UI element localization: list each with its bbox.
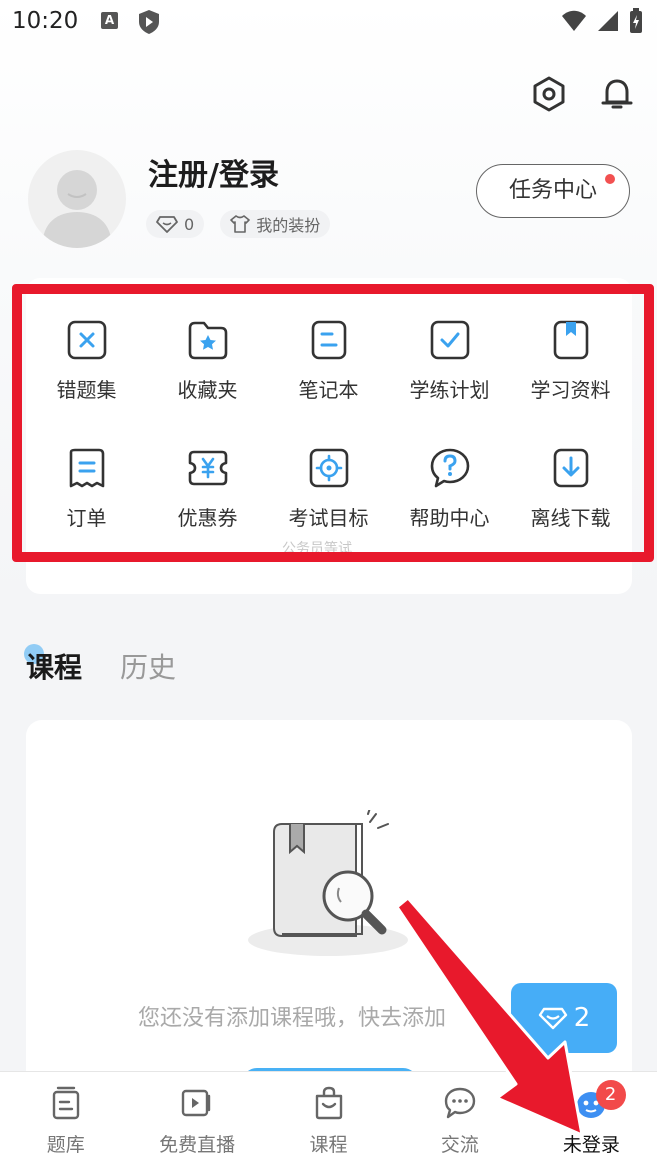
grid-item-exam-target[interactable]: 考试目标: [268, 432, 389, 546]
empty-book-magnifier-icon: [248, 810, 408, 956]
nav-item-course[interactable]: 课程: [263, 1072, 394, 1169]
tab-course[interactable]: 课程: [24, 644, 83, 686]
coupon-icon: [188, 450, 227, 486]
grid-item-label: 笔记本: [298, 378, 359, 402]
coin-badge[interactable]: 0: [146, 210, 205, 238]
diamond-icon: [538, 1007, 567, 1030]
grid-item-notebook[interactable]: 笔记本: [268, 304, 389, 418]
outfit-label: 我的装扮: [256, 216, 321, 235]
nav-label: 未登录: [562, 1134, 620, 1156]
live-video-icon: [181, 1089, 211, 1117]
help-center-icon: [430, 448, 469, 488]
grid-item-label: 订单: [66, 506, 107, 530]
nav-item-question-bank[interactable]: 题库: [0, 1072, 131, 1169]
nav-label: 课程: [309, 1134, 348, 1156]
grid-item-label: 帮助中心: [409, 506, 490, 530]
default-avatar-icon: [42, 170, 112, 248]
empty-course-message: 您还没有添加课程哦，快去添加: [138, 1006, 447, 1031]
grid-item-label: 收藏夹: [177, 378, 238, 402]
bottom-nav: 题库 免费直播 课程 交流 未登录 2: [0, 1071, 657, 1169]
settings-hex-icon[interactable]: [529, 74, 569, 114]
battery-icon: [630, 8, 642, 33]
grid-item-label: 考试目标: [288, 506, 369, 530]
task-center-button[interactable]: 任务中心: [476, 164, 630, 218]
task-center-label: 任务中心: [508, 178, 597, 203]
status-time: 10:20: [12, 8, 79, 34]
nav-label: 免费直播: [159, 1134, 236, 1156]
wrong-questions-icon: [67, 320, 106, 360]
floating-diamond-button[interactable]: 2: [511, 983, 617, 1067]
avatar[interactable]: [28, 150, 126, 248]
order-icon: [69, 448, 104, 488]
nav-badge: 2: [595, 1080, 626, 1110]
login-register-link[interactable]: 注册/登录: [148, 150, 279, 194]
outfit-button[interactable]: 我的装扮: [220, 210, 331, 238]
tab-course-label: 课程: [26, 651, 83, 684]
grid-item-label: 错题集: [56, 378, 117, 402]
floating-count: 2: [573, 1003, 591, 1033]
study-materials-icon: [553, 320, 588, 360]
notebook-icon: [311, 320, 346, 360]
course-bag-icon: [315, 1086, 342, 1120]
grid-item-label: 学练计划: [409, 378, 490, 402]
grid-item-study-materials[interactable]: 学习资料: [510, 304, 631, 418]
diamond-icon: [156, 216, 178, 233]
signal-icon: [598, 11, 618, 31]
grid-item-label: 学习资料: [530, 378, 611, 402]
course-history-tabs: 课程 历史: [24, 644, 176, 686]
nav-item-free-live[interactable]: 免费直播: [131, 1072, 262, 1169]
grid-item-coupon[interactable]: 优惠券: [147, 432, 268, 546]
nav-item-chat[interactable]: 交流: [394, 1072, 525, 1169]
bell-icon[interactable]: [597, 74, 637, 114]
grid-item-help-center[interactable]: 帮助中心: [389, 432, 510, 546]
favorites-folder-icon: [188, 321, 227, 360]
chat-bubble-icon: [444, 1087, 476, 1119]
grid-item-label: 离线下载: [530, 506, 611, 530]
ghost-text: 公务员等试: [282, 541, 352, 557]
features-grid: 错题集 收藏夹 笔记本 学练计划 学习资料 订单 优惠券 考试目标 帮助中心 离…: [26, 304, 632, 546]
shield-icon: [139, 10, 159, 34]
question-bank-icon: [52, 1086, 79, 1120]
grid-item-wrong-questions[interactable]: 错题集: [26, 304, 147, 418]
wifi-icon: [562, 10, 586, 31]
notification-dot: [605, 174, 615, 184]
nav-item-not-logged-in[interactable]: 未登录 2: [526, 1072, 657, 1169]
shirt-icon: [230, 215, 250, 233]
grid-item-study-plan[interactable]: 学练计划: [389, 304, 510, 418]
exam-target-icon: [309, 448, 348, 488]
grid-item-order[interactable]: 订单: [26, 432, 147, 546]
grid-item-favorites[interactable]: 收藏夹: [147, 304, 268, 418]
tab-history[interactable]: 历史: [120, 646, 176, 686]
grid-item-label: 优惠券: [177, 506, 238, 530]
coin-count: 0: [184, 214, 195, 234]
nav-label: 交流: [440, 1134, 479, 1156]
offline-download-icon: [553, 448, 588, 488]
status-bar: 10:20 A: [0, 0, 657, 44]
grid-item-offline-download[interactable]: 离线下载: [510, 432, 631, 546]
a-notification-icon: A: [101, 12, 118, 29]
nav-label: 题库: [46, 1134, 85, 1156]
study-plan-icon: [430, 320, 469, 360]
